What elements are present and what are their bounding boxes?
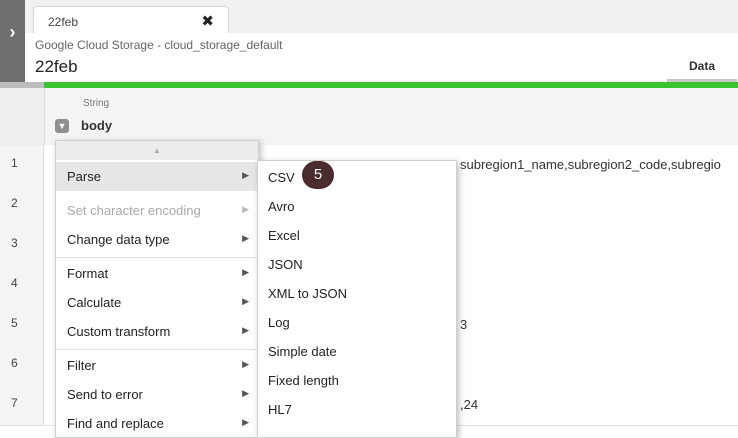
submenu-item-fixed-length[interactable]: Fixed length bbox=[258, 365, 456, 394]
menu-item-find-and-replace[interactable]: Find and replace ▶ bbox=[56, 409, 258, 438]
tab-label: 22feb bbox=[48, 15, 79, 29]
menu-item-label: Set character encoding bbox=[67, 203, 201, 218]
menu-item-label: Custom transform bbox=[67, 324, 171, 339]
column-name[interactable]: body bbox=[81, 118, 112, 133]
menu-item-calculate[interactable]: Calculate ▶ bbox=[56, 288, 258, 317]
menu-drag-handle-icon[interactable]: ▲ bbox=[56, 141, 258, 160]
submenu-item-xml-to-json[interactable]: XML to JSON bbox=[258, 278, 456, 307]
menu-item-parse[interactable]: Parse ▶ bbox=[56, 162, 258, 191]
cell-value: ,24 bbox=[460, 397, 479, 412]
sidebar-toggle-button[interactable]: › bbox=[0, 0, 25, 82]
cell-value: 3 bbox=[460, 317, 468, 332]
menu-item-label: Filter bbox=[67, 358, 96, 373]
row-number: 5 bbox=[0, 305, 44, 345]
chevron-right-icon: ▶ bbox=[242, 417, 249, 427]
menu-item-label: Find and replace bbox=[67, 416, 164, 431]
page-title: 22feb bbox=[35, 57, 78, 76]
chevron-right-icon: › bbox=[9, 22, 16, 42]
menu-item-change-data-type[interactable]: Change data type ▶ bbox=[56, 225, 258, 254]
column-header: String ▼ body bbox=[0, 88, 738, 146]
submenu-item-json[interactable]: JSON bbox=[258, 249, 456, 278]
menu-item-label: Change data type bbox=[67, 232, 170, 247]
submenu-item-csv[interactable]: CSV bbox=[258, 162, 456, 191]
menu-item-format[interactable]: Format ▶ bbox=[56, 259, 258, 288]
chevron-right-icon: ▶ bbox=[242, 359, 249, 369]
tab-22feb[interactable]: 22feb ✖ bbox=[33, 6, 229, 33]
menu-item-custom-transform[interactable]: Custom transform ▶ bbox=[56, 317, 258, 346]
chevron-right-icon: ▶ bbox=[242, 296, 249, 306]
menu-item-send-to-error[interactable]: Send to error ▶ bbox=[56, 380, 258, 409]
chevron-right-icon: ▶ bbox=[242, 204, 249, 214]
chevron-right-icon: ▶ bbox=[242, 170, 249, 180]
column-type-label: String bbox=[83, 98, 110, 109]
row-number: 7 bbox=[0, 385, 44, 425]
tab-data[interactable]: Data bbox=[667, 59, 737, 82]
chevron-right-icon: ▶ bbox=[242, 267, 249, 277]
menu-item-label: Send to error bbox=[67, 387, 143, 402]
step-number-badge: 5 bbox=[302, 161, 334, 189]
close-icon[interactable]: ✖ bbox=[201, 12, 214, 30]
column-menu-dropdown-icon[interactable]: ▼ bbox=[55, 119, 69, 133]
menu-item-label: Parse bbox=[67, 169, 101, 184]
row-number: 4 bbox=[0, 265, 44, 305]
row-number: 6 bbox=[0, 345, 44, 385]
menu-item-set-character-encoding[interactable]: Set character encoding ▶ bbox=[56, 196, 258, 225]
submenu-item-avro[interactable]: Avro bbox=[258, 191, 456, 220]
connection-subtitle: Google Cloud Storage - cloud_storage_def… bbox=[35, 38, 283, 52]
menu-item-filter[interactable]: Filter ▶ bbox=[56, 351, 258, 380]
cell-value: subregion1_name,subregion2_code,subregio bbox=[460, 157, 721, 172]
submenu-item-hl7[interactable]: HL7 bbox=[258, 394, 456, 423]
tab-bar: 22feb ✖ bbox=[25, 0, 738, 34]
submenu-item-simple-date[interactable]: Simple date bbox=[258, 336, 456, 365]
menu-item-label: Format bbox=[67, 266, 109, 281]
chevron-right-icon: ▶ bbox=[242, 233, 249, 243]
column-context-menu: ▲ Parse ▶ Set character encoding ▶ Chang… bbox=[55, 140, 259, 438]
menu-divider bbox=[56, 349, 258, 350]
row-number: 2 bbox=[0, 185, 44, 225]
chevron-right-icon: ▶ bbox=[242, 325, 249, 335]
row-number: 1 bbox=[0, 145, 44, 185]
submenu-item-log[interactable]: Log bbox=[258, 307, 456, 336]
page-header: Google Cloud Storage - cloud_storage_def… bbox=[25, 33, 738, 82]
menu-divider bbox=[56, 257, 258, 258]
row-number: 3 bbox=[0, 225, 44, 265]
menu-item-label: Calculate bbox=[67, 295, 122, 310]
submenu-item-excel[interactable]: Excel bbox=[258, 220, 456, 249]
chevron-right-icon: ▶ bbox=[242, 388, 249, 398]
parse-submenu: CSV Avro Excel JSON XML to JSON Log Simp… bbox=[257, 160, 457, 438]
row-gutter-header bbox=[0, 88, 45, 145]
